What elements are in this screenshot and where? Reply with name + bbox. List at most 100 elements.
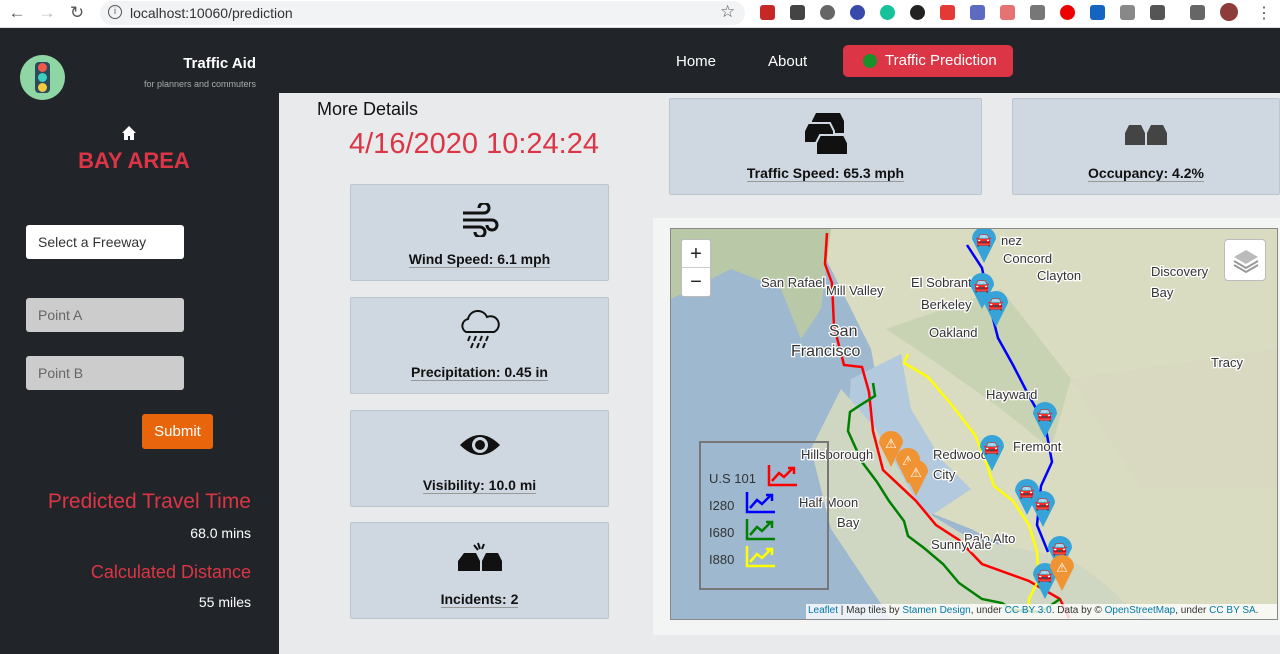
- zoom-in-button[interactable]: +: [682, 240, 710, 268]
- info-icon[interactable]: i: [108, 5, 122, 19]
- status-dot-icon: [863, 54, 877, 68]
- stamen-link[interactable]: Stamen Design: [902, 605, 970, 616]
- svg-text:🚘: 🚘: [1037, 569, 1053, 584]
- svg-text:🚘: 🚘: [1035, 497, 1051, 512]
- point-b-input[interactable]: Point B: [26, 356, 184, 390]
- map-place-label: Clayton: [1037, 268, 1081, 283]
- extension-icon[interactable]: [880, 5, 895, 20]
- map-place-label: Berkeley: [921, 297, 972, 312]
- svg-text:⚠: ⚠: [885, 437, 897, 452]
- map-attribution: Leaflet | Map tiles by Stamen Design, un…: [806, 604, 1277, 619]
- cc-by-sa-link[interactable]: CC BY SA: [1209, 605, 1256, 616]
- datetime: 4/16/2020 10:24:24: [349, 128, 599, 160]
- extension-icon[interactable]: [1150, 5, 1165, 20]
- traffic-speed-card: Traffic Speed: 65.3 mph: [669, 98, 982, 195]
- legend-item: I280: [709, 492, 775, 514]
- svg-text:🚘: 🚘: [1037, 408, 1053, 423]
- menu-icon[interactable]: ⋮: [1256, 3, 1272, 23]
- map-place-label: Bay: [1151, 285, 1174, 300]
- details-heading: More Details: [317, 99, 419, 119]
- extension-icon[interactable]: [1060, 5, 1075, 20]
- svg-text:🚘: 🚘: [988, 297, 1004, 312]
- map-place-label: Discovery: [1151, 264, 1209, 279]
- zoom-control: + −: [681, 239, 711, 297]
- extension-icon[interactable]: [850, 5, 865, 20]
- extension-icon[interactable]: [910, 5, 925, 20]
- home-icon: [121, 125, 137, 141]
- profile-avatar[interactable]: [1220, 3, 1238, 21]
- zoom-out-button[interactable]: −: [682, 268, 710, 296]
- svg-text:🚘: 🚘: [974, 279, 990, 294]
- browser-toolbar: ← → ↻ i localhost:10060/prediction ☆ ⋮: [0, 0, 1280, 28]
- map-place-label: El Sobrant: [911, 275, 972, 290]
- submit-button[interactable]: Submit: [142, 414, 213, 449]
- legend-label: U.S 101: [709, 471, 756, 486]
- extension-icon[interactable]: [1090, 5, 1105, 20]
- point-a-input[interactable]: Point A: [26, 298, 184, 332]
- occupancy-card: Occupancy: 4.2%: [1012, 98, 1280, 195]
- svg-text:⚠: ⚠: [1056, 561, 1068, 576]
- legend-item: I680: [709, 519, 775, 541]
- legend-label: I280: [709, 498, 735, 513]
- map-place-label: San Rafael: [761, 275, 825, 290]
- trend-chart-icon: [745, 519, 775, 541]
- brand-title: Traffic Aid: [183, 55, 256, 72]
- map-place-label: Francisco: [791, 343, 860, 360]
- map-place-label: Tracy: [1211, 355, 1244, 370]
- region-title: BAY AREA: [78, 148, 190, 173]
- forward-icon[interactable]: →: [36, 3, 58, 23]
- map-place-label: City: [933, 467, 956, 482]
- reload-icon[interactable]: ↻: [66, 3, 88, 23]
- back-icon[interactable]: ←: [6, 3, 28, 23]
- svg-text:🚘: 🚘: [976, 233, 992, 248]
- precipitation-card: Precipitation: 0.45 in: [350, 297, 609, 394]
- extension-icon[interactable]: [970, 5, 985, 20]
- traffic-light-icon: [35, 62, 50, 93]
- extension-icon[interactable]: [1030, 5, 1045, 20]
- travel-time-value: 68.0 mins: [190, 525, 251, 541]
- eye-icon: [459, 435, 500, 455]
- map-legend: U.S 101 I280 I680 I880: [699, 441, 829, 590]
- extension-icon[interactable]: [790, 5, 805, 20]
- traffic-jam-icon: [802, 113, 849, 156]
- osm-link[interactable]: OpenStreetMap: [1105, 605, 1176, 616]
- map-place-label: Sunnyvale: [931, 537, 992, 552]
- svg-text:🚘: 🚘: [1052, 542, 1068, 557]
- nav-traffic-prediction[interactable]: Traffic Prediction: [843, 45, 1013, 77]
- leaflet-link[interactable]: Leaflet: [808, 605, 838, 616]
- extension-icon[interactable]: [1000, 5, 1015, 20]
- cc-by-link[interactable]: CC BY 3.0: [1005, 605, 1052, 616]
- map-place-label: nez: [1001, 233, 1022, 248]
- trend-chart-icon: [745, 546, 775, 568]
- layers-control[interactable]: [1224, 239, 1266, 281]
- map-place-label: San: [829, 323, 857, 340]
- cars-icon: [1125, 125, 1167, 145]
- visibility-card: Visibility: 10.0 mi: [350, 410, 609, 507]
- nav-home[interactable]: Home: [676, 53, 716, 70]
- legend-item: I880: [709, 546, 775, 568]
- distance-label: Calculated Distance: [90, 562, 251, 582]
- travel-time-label: Predicted Travel Time: [47, 490, 251, 513]
- map-place-label: Oakland: [929, 325, 977, 340]
- map-place-label: Redwood: [933, 447, 988, 462]
- map-place-label: Concord: [1003, 251, 1052, 266]
- legend-label: I880: [709, 552, 735, 567]
- bookmark-star-icon[interactable]: ☆: [720, 2, 735, 22]
- wind-card: Wind Speed: 6.1 mph: [350, 184, 609, 281]
- car-crash-icon: [457, 542, 502, 571]
- map-place-label: Bay: [837, 515, 860, 530]
- freeway-select[interactable]: Select a Freeway: [26, 225, 184, 259]
- address-bar[interactable]: i localhost:10060/prediction: [100, 1, 745, 25]
- brand-tagline: for planners and commuters: [143, 79, 256, 89]
- reading-list-icon[interactable]: [1190, 5, 1205, 20]
- legend-label: I680: [709, 525, 735, 540]
- svg-text:⚠: ⚠: [910, 466, 922, 481]
- extension-icon[interactable]: [1120, 5, 1135, 20]
- distance-value: 55 miles: [198, 594, 251, 610]
- layers-icon: [1233, 250, 1259, 274]
- sidebar: [0, 28, 279, 654]
- extension-icon[interactable]: [940, 5, 955, 20]
- extension-icon[interactable]: [820, 5, 835, 20]
- nav-about[interactable]: About: [768, 53, 807, 70]
- extension-icon[interactable]: [760, 5, 775, 20]
